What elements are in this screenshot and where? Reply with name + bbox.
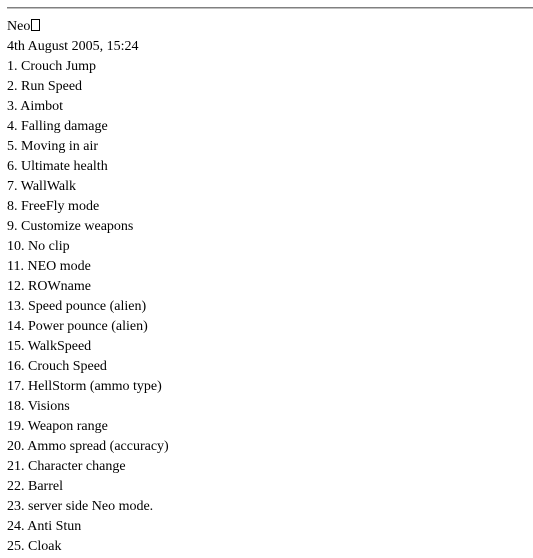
horizontal-rule bbox=[7, 7, 533, 9]
list-item: 16. Crouch Speed bbox=[7, 359, 107, 374]
list-item: 24. Anti Stun bbox=[7, 519, 82, 534]
list-item: 2. Run Speed bbox=[7, 79, 83, 94]
list-item: 4. Falling damage bbox=[7, 119, 108, 134]
list-item: 1. Crouch Jump bbox=[7, 59, 97, 74]
list-item: 6. Ultimate health bbox=[7, 159, 108, 174]
list-item: 17. HellStorm (ammo type) bbox=[7, 379, 162, 394]
list-item: 11. NEO mode bbox=[7, 259, 91, 274]
list-item: 5. Moving in air bbox=[7, 139, 98, 154]
list-item: 15. WalkSpeed bbox=[7, 339, 92, 354]
list-item: 19. Weapon range bbox=[7, 419, 108, 434]
list-item: 3. Aimbot bbox=[7, 99, 64, 114]
post-author: Neo bbox=[7, 19, 31, 34]
list-item: 7. WallWalk bbox=[7, 179, 77, 194]
post-content: Neo 4th August 2005, 15:24 1. Crouch Jum… bbox=[7, 17, 169, 557]
list-item: 25. Cloak bbox=[7, 539, 62, 554]
post-date: 4th August 2005, 15:24 bbox=[7, 39, 139, 54]
list-item: 14. Power pounce (alien) bbox=[7, 319, 148, 334]
post-author-line: Neo bbox=[7, 17, 169, 37]
list-item: 13. Speed pounce (alien) bbox=[7, 299, 147, 314]
list-item: 8. FreeFly mode bbox=[7, 199, 100, 214]
list-item: 23. server side Neo mode. bbox=[7, 499, 154, 514]
list-item: 12. ROWname bbox=[7, 279, 91, 294]
list-item: 21. Character change bbox=[7, 459, 126, 474]
list-item: 9. Customize weapons bbox=[7, 219, 134, 234]
missing-glyph-icon bbox=[31, 19, 41, 31]
list-item: 10. No clip bbox=[7, 239, 70, 254]
feature-list: 1. Crouch Jump 2. Run Speed 3. Aimbot 4.… bbox=[7, 57, 169, 557]
list-item: 18. Visions bbox=[7, 399, 70, 414]
list-item: 20. Ammo spread (accuracy) bbox=[7, 439, 169, 454]
list-item: 22. Barrel bbox=[7, 479, 63, 494]
